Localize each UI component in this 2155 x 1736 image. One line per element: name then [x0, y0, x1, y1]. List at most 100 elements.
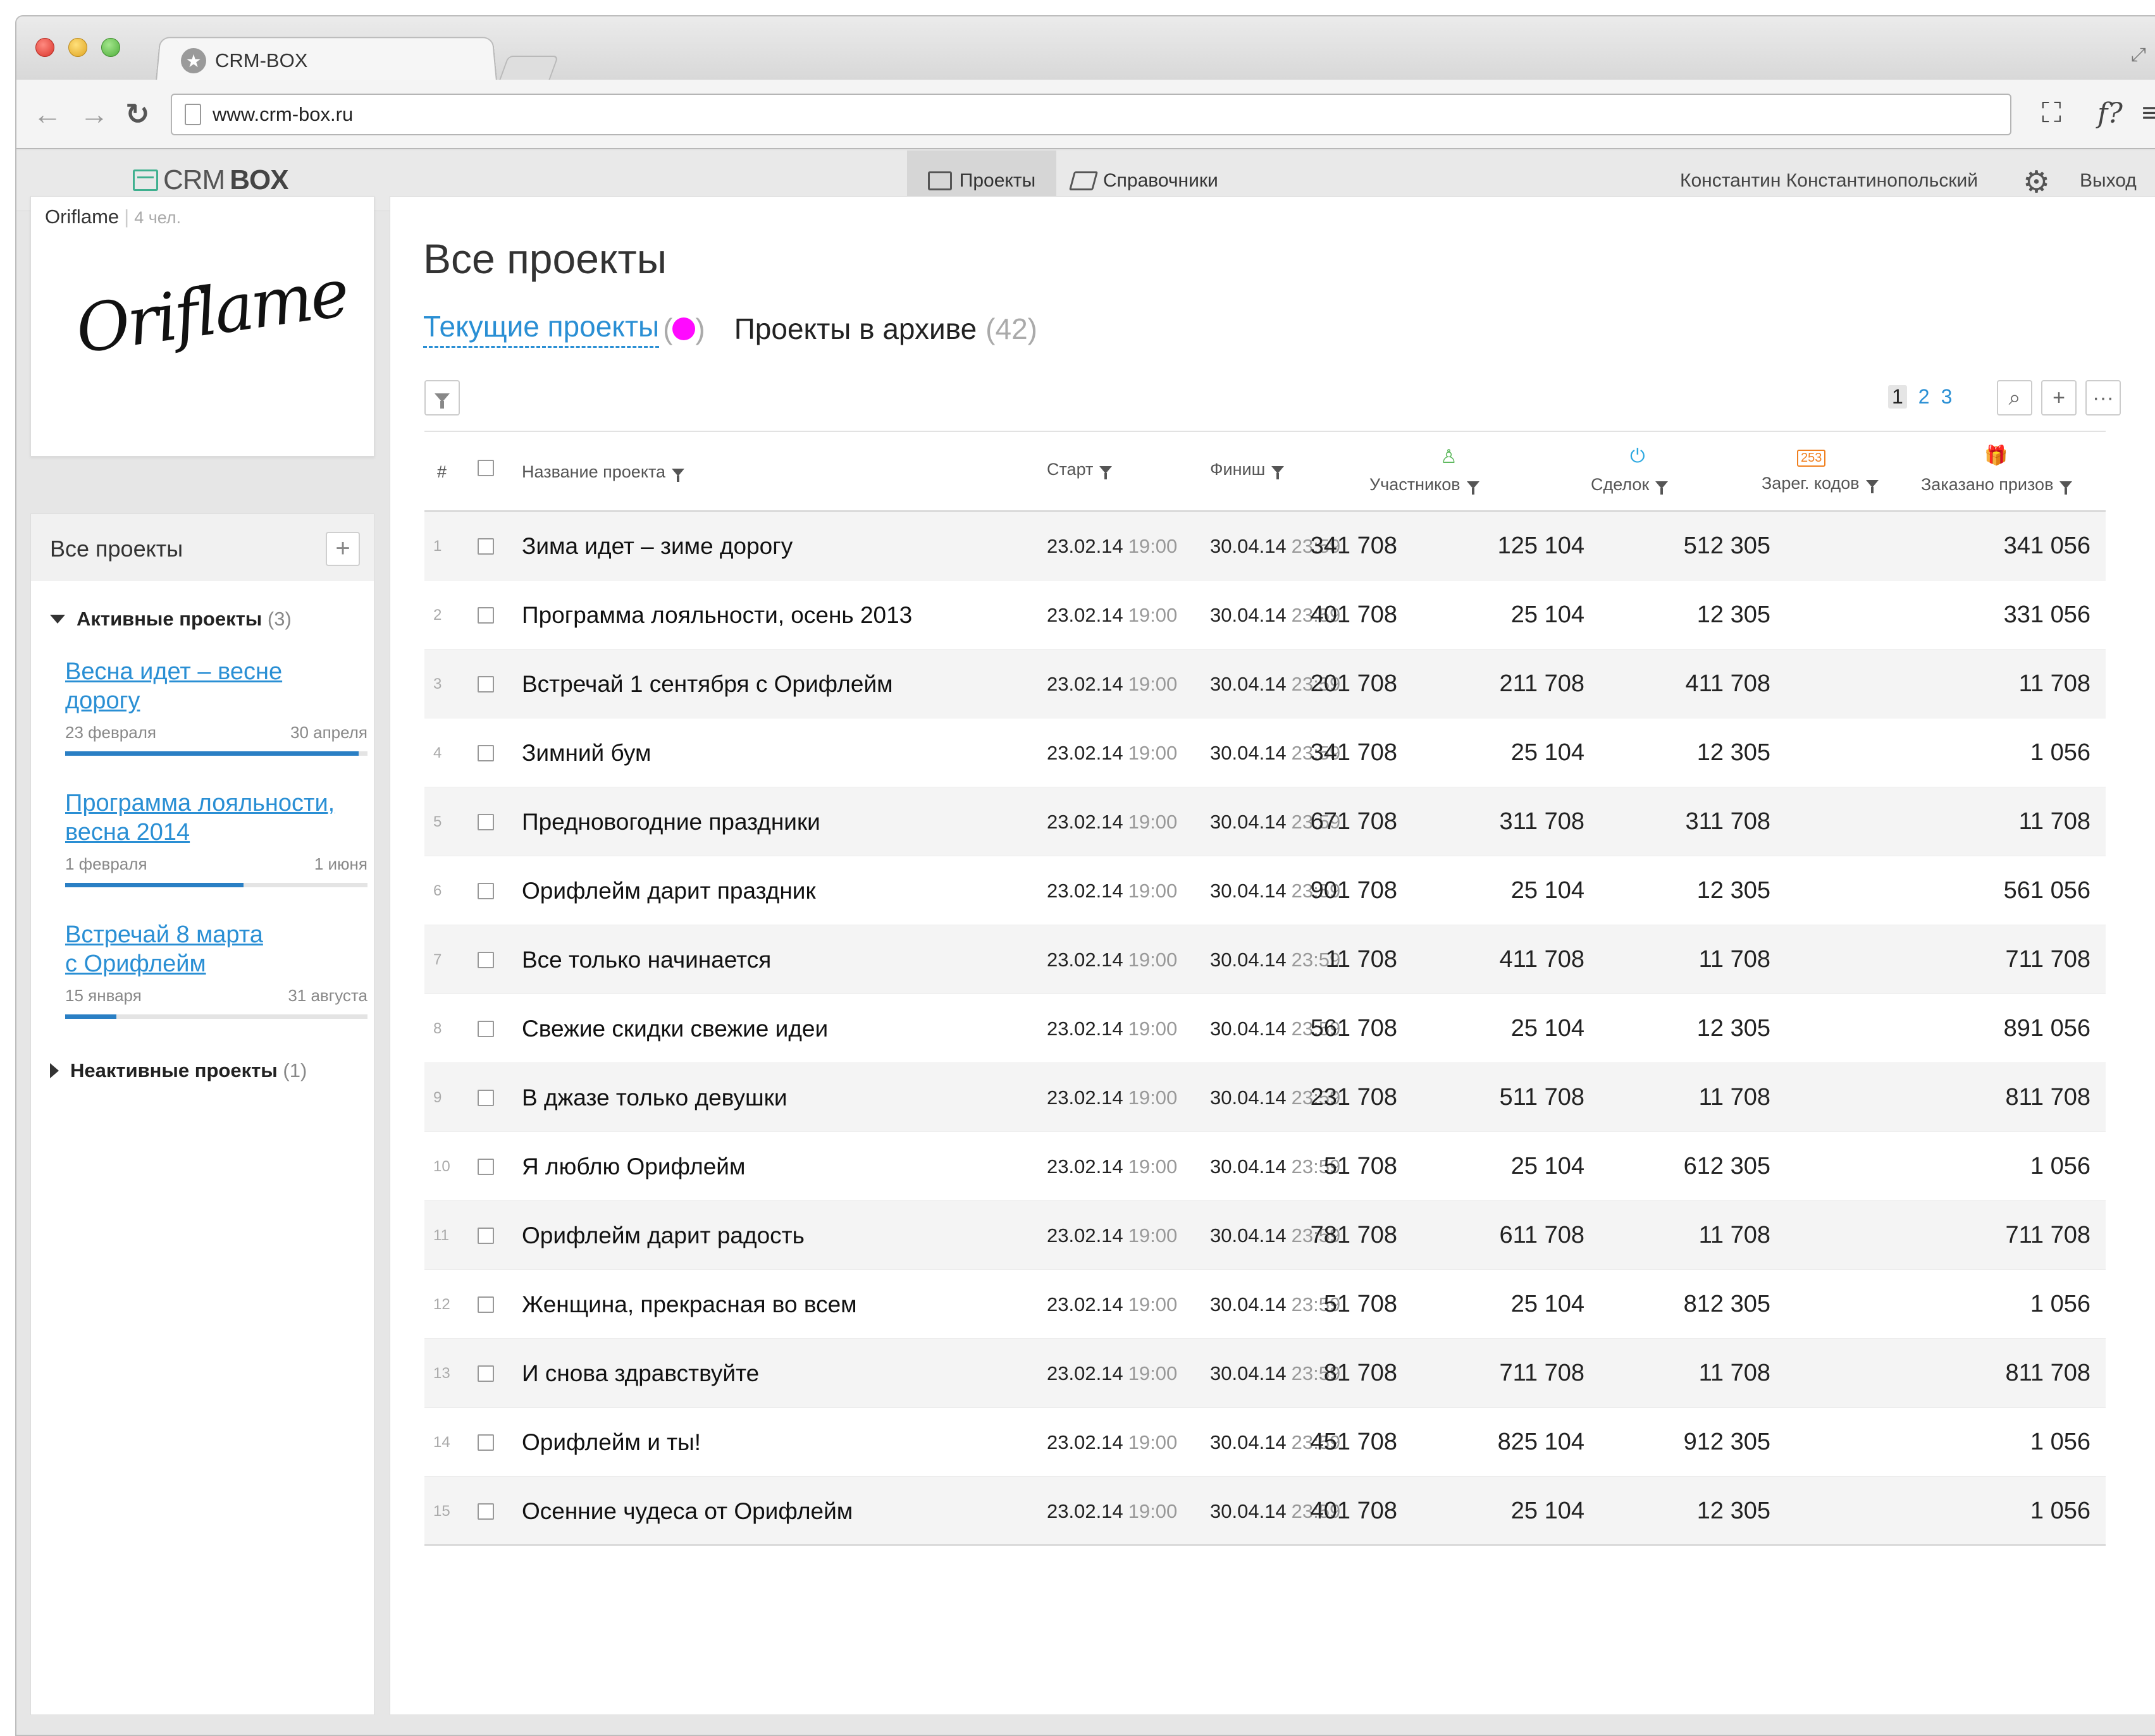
funnel-icon[interactable] [2059, 481, 2073, 495]
table-row[interactable]: 8 Свежие скидки свежие идеи 23.02.14 19:00 3… [424, 994, 2106, 1063]
project-name[interactable]: Орифлейм дарит радость [522, 1201, 805, 1270]
funnel-icon[interactable] [1865, 479, 1879, 493]
row-checkbox[interactable] [478, 925, 494, 994]
row-checkbox[interactable] [478, 512, 494, 581]
row-checkbox[interactable] [478, 581, 494, 649]
col-participants[interactable]: Участников [1369, 475, 1479, 495]
page-link[interactable]: 3 [1941, 385, 1953, 409]
funnel-icon[interactable] [1466, 481, 1479, 495]
row-checkbox[interactable] [478, 787, 494, 856]
table-row[interactable]: 15 Осенние чудеса от Орифлейм 23.02.14 19:0… [424, 1477, 2106, 1546]
row-checkbox[interactable] [478, 1201, 494, 1270]
sidebar-project-link[interactable]: Весна идет – весне дорогу [65, 657, 367, 715]
col-start[interactable]: Старт [1047, 460, 1113, 479]
filter-button[interactable] [424, 380, 460, 416]
table-row[interactable]: 6 Орифлейм дарит праздник 23.02.14 19:00 30.… [424, 856, 2106, 925]
project-name[interactable]: Программа лояльности, осень 2013 [522, 581, 912, 649]
group-inactive[interactable]: Неактивные проекты (1) [50, 1059, 307, 1082]
row-checkbox[interactable] [478, 1063, 494, 1132]
sidebar-project-link[interactable]: Встречай 8 марта с Орифлейм [65, 920, 367, 978]
funnel-icon[interactable] [1655, 481, 1669, 495]
table-row[interactable]: 14 Орифлейм и ты! 23.02.14 19:00 30.04.14 23:… [424, 1408, 2106, 1477]
table-row[interactable]: 9 В джазе только девушки 23.02.14 19:00 30.0… [424, 1063, 2106, 1132]
project-name[interactable]: Зима идет – зиме дорогу [522, 512, 793, 581]
funnel-icon[interactable] [1271, 465, 1285, 479]
table-row[interactable]: 2 Программа лояльности, осень 2013 23.02.1… [424, 581, 2106, 649]
address-bar[interactable]: www.crm-box.ru [171, 94, 2011, 135]
project-name[interactable]: Встречай 1 сентября с Орифлейм [522, 649, 893, 718]
project-name[interactable]: Осенние чудеса от Орифлейм [522, 1477, 853, 1546]
table-row[interactable]: 12 Женщина, прекрасная во всем 23.02.14 19:… [424, 1270, 2106, 1339]
table-row[interactable]: 10 Я люблю Орифлейм 23.02.14 19:00 30.04.14 2… [424, 1132, 2106, 1201]
tab-archive[interactable]: Проекты в архиве [734, 312, 977, 346]
project-name[interactable]: Женщина, прекрасная во всем [522, 1270, 857, 1339]
row-checkbox[interactable] [478, 1270, 494, 1339]
funnel-icon[interactable] [1099, 465, 1113, 479]
project-name[interactable]: Все только начинается [522, 925, 771, 994]
col-finish[interactable]: Финиш [1210, 460, 1285, 479]
row-checkbox[interactable] [478, 1408, 494, 1477]
select-all-checkbox[interactable] [478, 460, 494, 476]
project-name[interactable]: Орифлейм и ты! [522, 1408, 701, 1477]
row-checkbox[interactable] [478, 649, 494, 718]
table-row[interactable]: 4 Зимний бум 23.02.14 19:00 30.04.14 23:59 341… [424, 718, 2106, 787]
col-name[interactable]: Название проекта [522, 462, 685, 482]
table-row[interactable]: 11 Орифлейм дарит радость 23.02.14 19:00 30.… [424, 1201, 2106, 1270]
tab-current[interactable]: Текущие проекты [423, 309, 660, 348]
page-link[interactable]: 1 [1888, 385, 1907, 409]
finish-day: 30.04.14 [1210, 672, 1287, 695]
col-codes[interactable]: Зарег. кодов [1762, 474, 1879, 493]
funnel-icon[interactable] [672, 468, 685, 482]
codes-value: 12 305 [1696, 1498, 1770, 1524]
col-prizes[interactable]: Заказано призов [1921, 475, 2073, 495]
arrow-right-icon[interactable]: → [80, 99, 109, 129]
gear-icon[interactable]: ⚙ [2023, 164, 2050, 200]
col-deals[interactable]: Сделок [1591, 475, 1669, 495]
sidebar-project[interactable]: Встречай 8 марта с Орифлейм 15 января 31 а… [65, 920, 367, 1019]
close-window-button[interactable] [35, 38, 54, 57]
row-checkbox[interactable] [478, 718, 494, 787]
row-checkbox[interactable] [478, 856, 494, 925]
sidebar-project-link[interactable]: Программа лояльности, весна 2014 [65, 789, 367, 847]
company-card[interactable]: Oriflame | 4 чел. Oriflame [30, 196, 374, 457]
add-button[interactable]: + [2041, 380, 2077, 416]
arrow-left-icon[interactable]: ← [33, 99, 62, 129]
row-checkbox[interactable] [478, 994, 494, 1063]
project-name[interactable]: Предновогодние праздники [522, 787, 820, 856]
more-button[interactable]: ··· [2085, 380, 2121, 416]
font-extension-icon[interactable]: f? [2097, 97, 2123, 130]
sidebar-project[interactable]: Весна идет – весне дорогу 23 февраля 30 а… [65, 657, 367, 756]
table-row[interactable]: 7 Все только начинается 23.02.14 19:00 30.04… [424, 925, 2106, 994]
search-button[interactable]: ⌕ [1997, 380, 2032, 416]
fullscreen-icon[interactable]: ⤢ [2131, 44, 2146, 66]
project-name[interactable]: В джазе только девушки [522, 1063, 787, 1132]
zoom-window-button[interactable] [101, 38, 120, 57]
start-day: 23.02.14 [1047, 603, 1123, 626]
project-name[interactable]: Свежие скидки свежие идеи [522, 994, 828, 1063]
row-checkbox[interactable] [478, 1477, 494, 1546]
menu-icon[interactable]: ≡ [2142, 97, 2155, 129]
row-checkbox[interactable] [478, 1132, 494, 1201]
add-project-button[interactable]: + [326, 532, 360, 566]
start-time: 19:00 [1128, 1224, 1178, 1247]
table-row[interactable]: 13 И снова здравствуйте 23.02.14 19:00 30.04… [424, 1339, 2106, 1408]
page-link[interactable]: 2 [1918, 385, 1930, 409]
sidebar-project[interactable]: Программа лояльности, весна 2014 1 феврал… [65, 789, 367, 887]
deal-icon: ⏻ [1630, 446, 1645, 467]
browser-tab-content[interactable]: ★ CRM-BOX [181, 48, 307, 73]
screenshot-extension-icon[interactable]: ⛶ [2042, 97, 2061, 129]
table-row[interactable]: 3 Встречай 1 сентября с Орифлейм 23.02.14 1… [424, 649, 2106, 718]
project-name[interactable]: Я люблю Орифлейм [522, 1132, 745, 1201]
deals-value: 25 104 [1510, 601, 1584, 628]
table-row[interactable]: 1 Зима идет – зиме дорогу 23.02.14 19:00 30.… [424, 512, 2106, 581]
crmbox-logo[interactable]: CRM BOX [133, 164, 289, 196]
project-name[interactable]: Зимний бум [522, 718, 651, 787]
project-name[interactable]: И снова здравствуйте [522, 1339, 759, 1408]
project-name[interactable]: Орифлейм дарит праздник [522, 856, 816, 925]
reload-icon[interactable]: ↻ [125, 99, 150, 129]
table-row[interactable]: 5 Предновогодние праздники 23.02.14 19:00 30… [424, 787, 2106, 856]
minimize-window-button[interactable] [68, 38, 87, 57]
row-checkbox[interactable] [478, 1339, 494, 1408]
new-tab-button[interactable] [498, 56, 559, 81]
group-active[interactable]: Активные проекты (3) [50, 608, 292, 631]
